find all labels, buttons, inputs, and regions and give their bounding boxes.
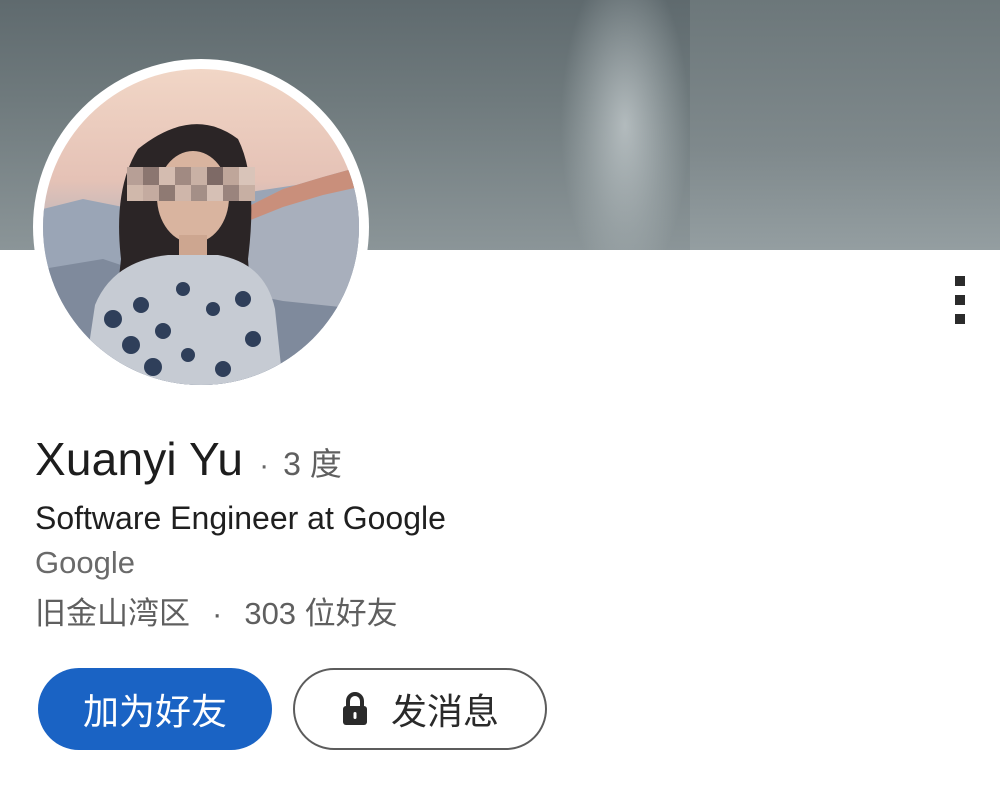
more-vertical-icon-dot-3 [955,314,965,324]
message-button-label: 发消息 [390,691,499,732]
avatar-photo [43,69,359,385]
more-vertical-icon [955,276,965,286]
connect-button-label: 加为好友 [82,691,227,732]
location-separator: · [212,596,223,631]
more-vertical-icon-dot-2 [955,295,965,305]
avatar-illustration [43,124,359,385]
name-row: Xuanyi Yu · 3 度 [35,432,342,486]
connect-button[interactable]: 加为好友 [38,668,272,750]
more-options-button[interactable] [940,268,980,332]
profile-company: Google [35,545,135,580]
location-row: 旧金山湾区 · 303 位好友 [35,588,398,633]
profile-location: 旧金山湾区 [35,596,190,631]
message-button[interactable]: 发消息 [293,668,547,750]
connection-degree: 3 度 [283,446,342,482]
profile-name: Xuanyi Yu [35,433,244,485]
profile-headline: Software Engineer at Google [35,500,446,536]
lock-icon [342,692,367,725]
banner-right-panel [690,0,1000,250]
connections-count[interactable]: 303 位好友 [244,588,397,633]
avatar[interactable] [33,59,369,395]
privacy-mosaic [127,167,255,201]
banner-highlight [560,0,690,250]
degree-separator: · [259,449,270,482]
